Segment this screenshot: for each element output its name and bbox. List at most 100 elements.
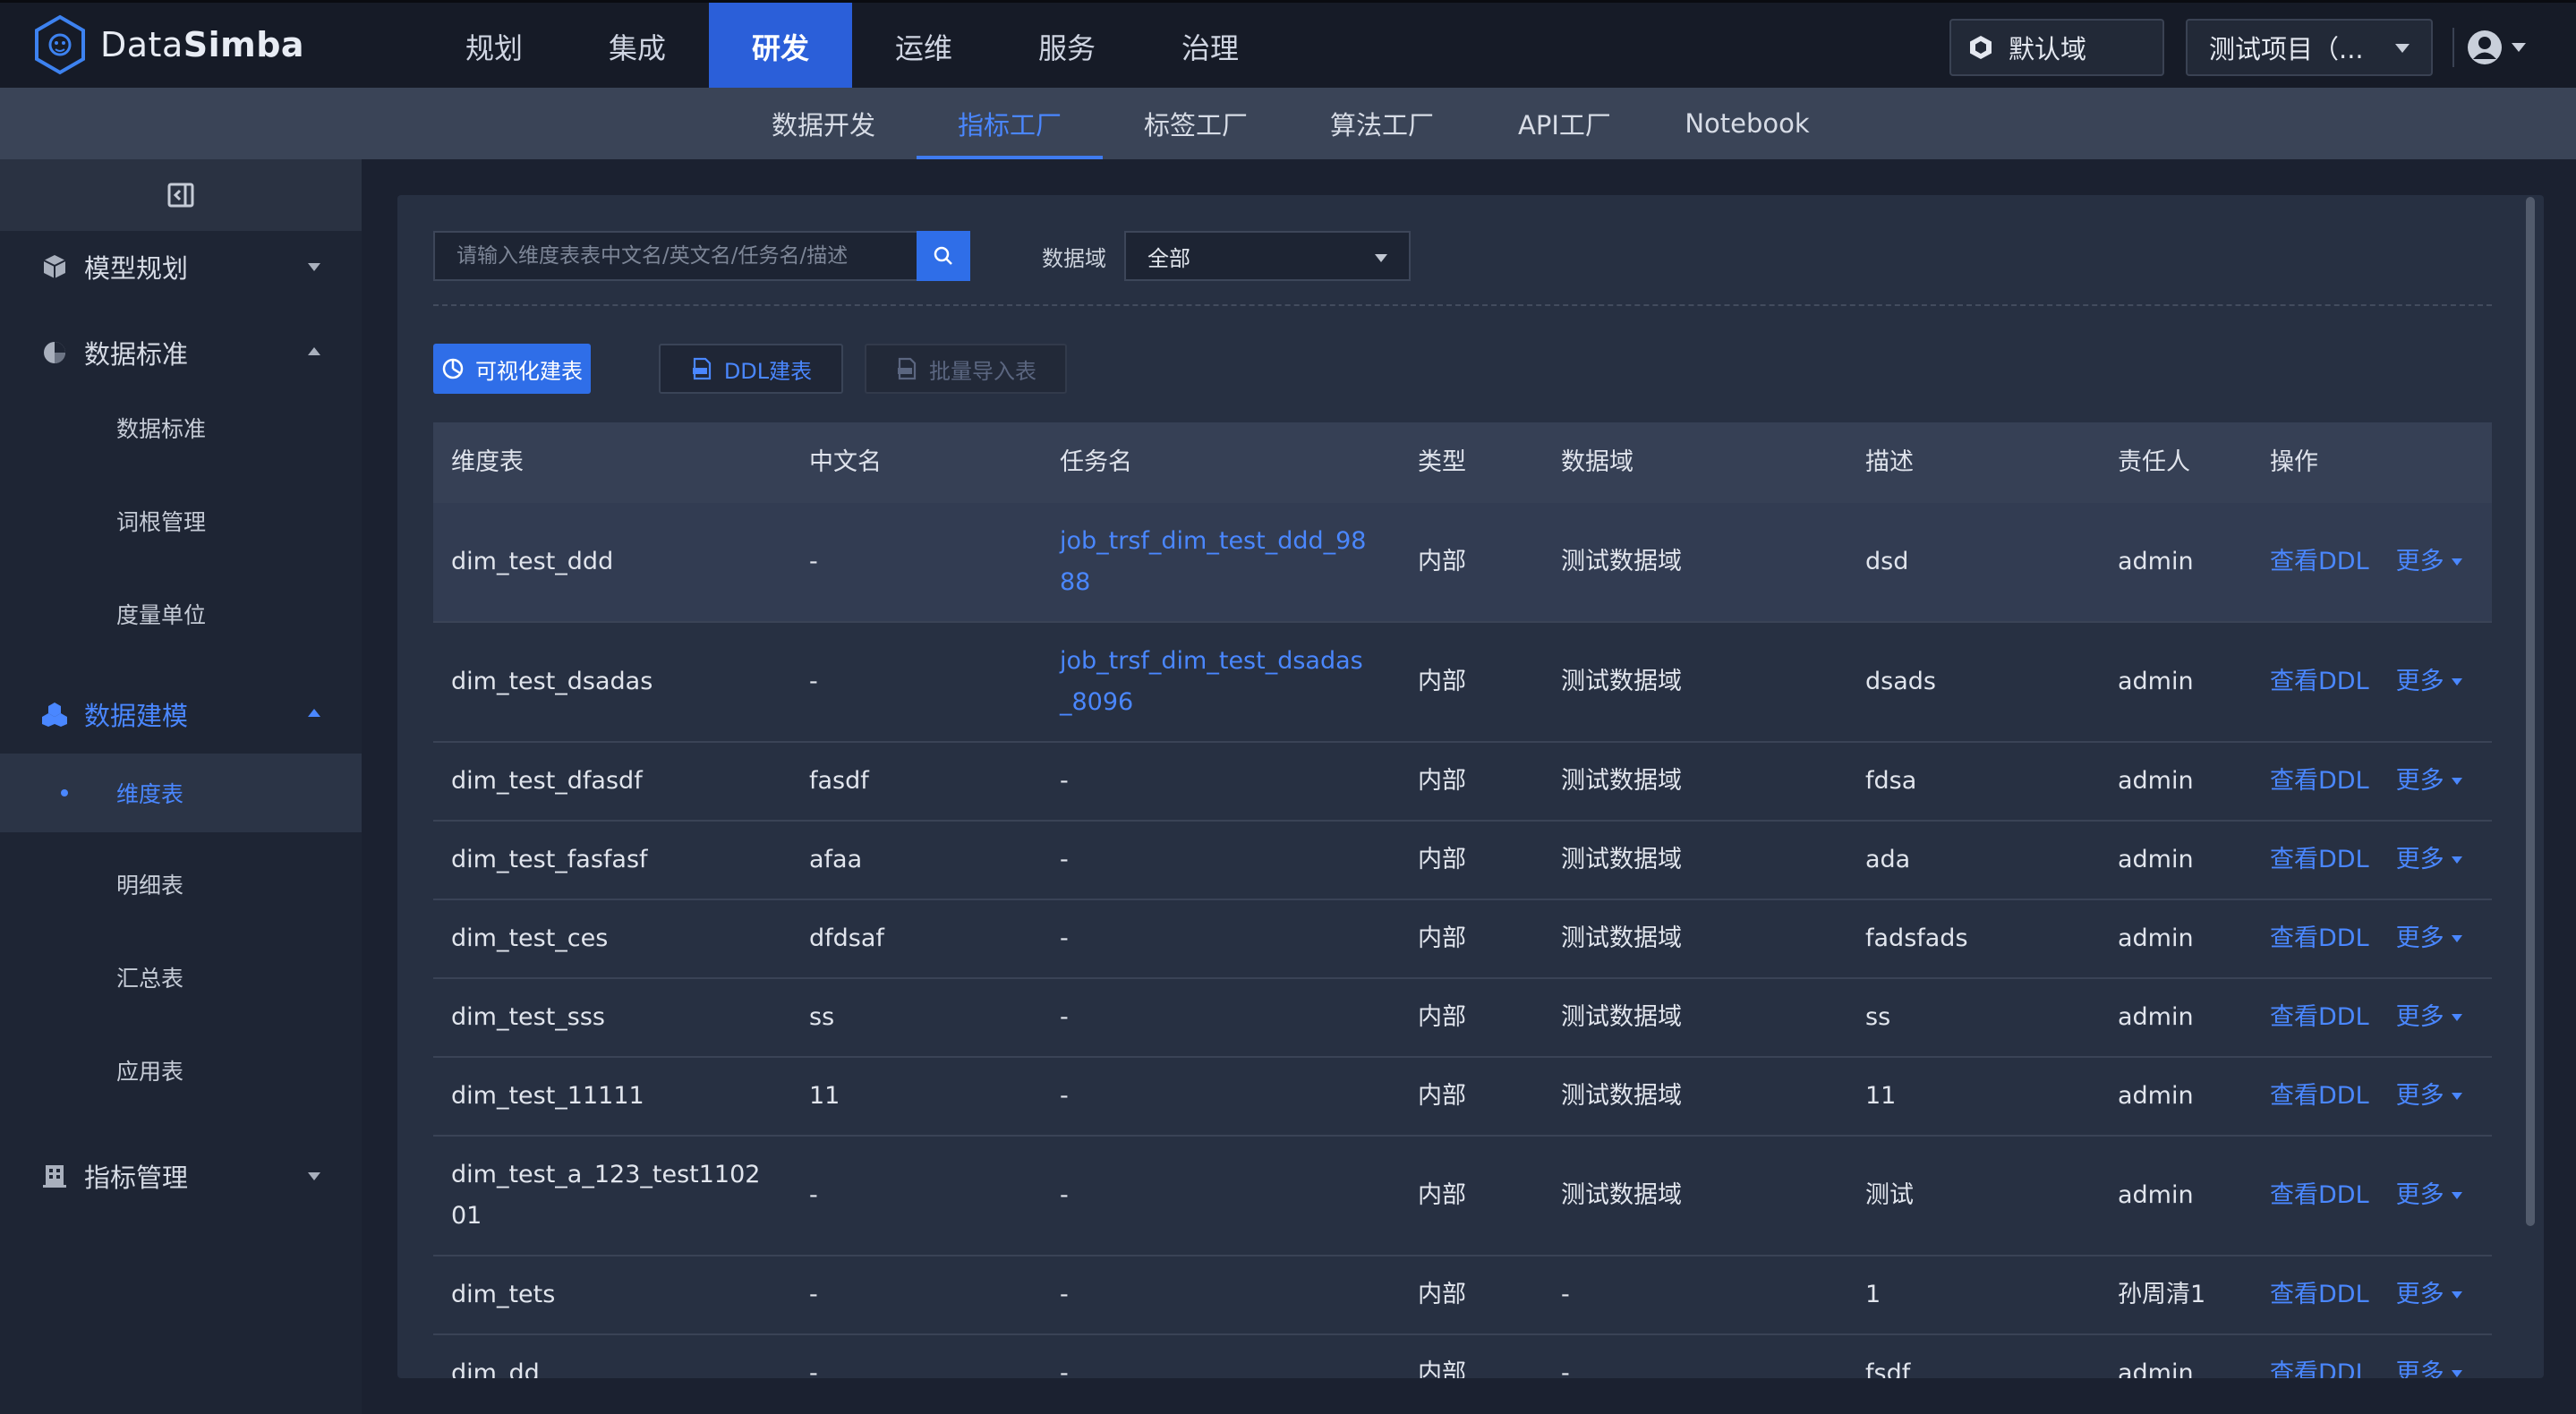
cell-domain: 测试数据域	[1561, 924, 1682, 952]
ddl-create-table-button[interactable]: DDL建表	[659, 344, 843, 394]
domain-switch-button[interactable]: 默认域	[1949, 19, 2164, 76]
column-header[interactable]: 操作	[2252, 442, 2492, 483]
column-header[interactable]: 类型	[1400, 442, 1543, 483]
sidebar-item-data-standard[interactable]: 数据标准	[0, 388, 362, 467]
more-actions-dropdown[interactable]: 更多	[2396, 839, 2462, 881]
table-row[interactable]: dim_test_a_123_test1102 01 - - 内部 测试数据域 测…	[433, 1137, 2492, 1256]
view-ddl-link[interactable]: 查看DDL	[2270, 1076, 2369, 1117]
table-row[interactable]: dim_tets - - 内部 - 1 孙周清1 查看DDL 更多	[433, 1256, 2492, 1335]
table-row[interactable]: dim_test_dfasdf fasdf - 内部 测试数据域 fdsa ad…	[433, 743, 2492, 822]
more-actions-dropdown[interactable]: 更多	[2396, 1353, 2462, 1378]
cell-task-link[interactable]: job_trsf_dim_test_dsadas _8096	[1042, 641, 1400, 723]
cell-description: ss	[1865, 1003, 1891, 1031]
cell-domain: -	[1561, 1281, 1570, 1308]
subnav-notebook[interactable]: Notebook	[1676, 88, 1819, 159]
sidebar-group-model-planning[interactable]: 模型规划	[0, 231, 362, 302]
sidebar-item-application-table[interactable]: 应用表	[0, 1031, 362, 1110]
sub-nav: 数据开发 指标工厂 标签工厂 算法工厂 API工厂 Notebook	[0, 88, 2576, 159]
main-nav-governance[interactable]: 治理	[1139, 3, 1282, 90]
column-header[interactable]: 数据域	[1543, 442, 1847, 483]
more-actions-dropdown[interactable]: 更多	[2396, 918, 2462, 959]
more-actions-label: 更多	[2395, 767, 2444, 795]
column-header[interactable]: 描述	[1847, 442, 2100, 483]
view-ddl-link[interactable]: 查看DDL	[2270, 661, 2369, 703]
view-ddl-link[interactable]: 查看DDL	[2270, 918, 2369, 959]
table-row[interactable]: dim_test_ces dfdsaf - 内部 测试数据域 fadsfads …	[433, 900, 2492, 979]
view-ddl-link[interactable]: 查看DDL	[2270, 1353, 2369, 1378]
datasimba-logo-icon	[35, 14, 85, 75]
column-header[interactable]: 中文名	[791, 442, 1042, 483]
visual-create-table-button[interactable]: 可视化建表	[433, 344, 591, 394]
column-header[interactable]: 责任人	[2100, 442, 2252, 483]
main-nav-service[interactable]: 服务	[995, 3, 1139, 90]
main-nav-operations[interactable]: 运维	[852, 3, 995, 90]
more-actions-dropdown[interactable]: 更多	[2396, 997, 2462, 1038]
cell-description: fadsfads	[1865, 924, 1968, 952]
collapse-sidebar-icon	[167, 183, 194, 208]
search-input[interactable]	[433, 231, 917, 281]
view-ddl-link[interactable]: 查看DDL	[2270, 997, 2369, 1038]
cell-description: 11	[1865, 1082, 1897, 1110]
main-nav-planning[interactable]: 规划	[422, 3, 566, 90]
column-header[interactable]: 维度表	[433, 442, 791, 483]
subnav-algorithm-factory[interactable]: 算法工厂	[1310, 88, 1454, 159]
datasimba-logo[interactable]: DataSimba	[32, 14, 304, 75]
search-button[interactable]	[917, 231, 970, 281]
project-select[interactable]: 测试项目（...	[2186, 19, 2433, 76]
batch-import-button[interactable]: 批量导入表	[865, 344, 1067, 394]
column-header[interactable]: 任务名	[1042, 442, 1400, 483]
subnav-tag-factory[interactable]: 标签工厂	[1124, 88, 1267, 159]
cell-table-name: dim_test_a_123_test1102 01	[433, 1154, 791, 1237]
table-row[interactable]: dim_test_ddd - job_trsf_dim_test_ddd_98 8…	[433, 503, 2492, 623]
sidebar-item-unit-of-measure[interactable]: 度量单位	[0, 575, 362, 653]
table-row[interactable]: dim_test_sss ss - 内部 测试数据域 ss admin 查看DD…	[433, 979, 2492, 1058]
domain-filter-select[interactable]: 全部	[1124, 231, 1411, 281]
view-ddl-link[interactable]: 查看DDL	[2270, 1175, 2369, 1216]
sidebar-item-detail-table[interactable]: 明细表	[0, 845, 362, 924]
view-ddl-link[interactable]: 查看DDL	[2270, 761, 2369, 802]
sidebar-group-metric-management[interactable]: 指标管理	[0, 1140, 362, 1212]
sidebar-group-data-standard[interactable]: 数据标准	[0, 317, 362, 388]
view-ddl-link[interactable]: 查看DDL	[2270, 839, 2369, 881]
task-link-line: 88	[1060, 568, 1091, 596]
sidebar-item-summary-table[interactable]: 汇总表	[0, 938, 362, 1017]
subnav-metric-factory[interactable]: 指标工厂	[917, 88, 1103, 159]
cell-actions: 查看DDL 更多	[2252, 1076, 2492, 1117]
header-divider	[2452, 28, 2454, 67]
chevron-down-icon	[1375, 254, 1387, 262]
view-ddl-link[interactable]: 查看DDL	[2270, 1274, 2369, 1316]
cell-actions: 查看DDL 更多	[2252, 839, 2492, 881]
domain-button-label: 默认域	[2009, 34, 2087, 64]
cell-type: 内部	[1418, 548, 1466, 575]
sidebar-item-dimension-table[interactable]: 维度表	[0, 754, 362, 832]
user-menu[interactable]	[2467, 26, 2538, 69]
caret-down-icon	[2451, 558, 2462, 566]
sidebar-collapse-button[interactable]	[0, 159, 362, 231]
cell-task-link[interactable]: job_trsf_dim_test_ddd_98 88	[1042, 521, 1400, 603]
more-actions-dropdown[interactable]: 更多	[2396, 1076, 2462, 1117]
table-row[interactable]: dim_test_11111 11 - 内部 测试数据域 11 admin 查看…	[433, 1058, 2492, 1137]
main-nav-development[interactable]: 研发	[709, 3, 852, 90]
more-actions-label: 更多	[2395, 924, 2444, 952]
table-row[interactable]: dim_test_dsadas - job_trsf_dim_test_dsad…	[433, 623, 2492, 743]
more-actions-label: 更多	[2395, 668, 2444, 695]
view-ddl-link[interactable]: 查看DDL	[2270, 541, 2369, 583]
more-actions-dropdown[interactable]: 更多	[2396, 541, 2462, 583]
sidebar-item-root-management[interactable]: 词根管理	[0, 481, 362, 560]
more-actions-dropdown[interactable]: 更多	[2396, 761, 2462, 802]
subnav-api-factory[interactable]: API工厂	[1493, 88, 1636, 159]
more-actions-dropdown[interactable]: 更多	[2396, 661, 2462, 703]
vertical-scrollbar[interactable]	[2526, 197, 2535, 1226]
table-row[interactable]: dim_test_fasfasf afaa - 内部 测试数据域 ada adm…	[433, 822, 2492, 900]
subnav-data-development[interactable]: 数据开发	[752, 88, 895, 159]
cell-task: -	[1060, 1281, 1069, 1308]
more-actions-label: 更多	[2395, 1281, 2444, 1308]
search-icon	[934, 246, 952, 265]
table-row[interactable]: dim_dd - - 内部 - fsdf admin 查看DDL 更多	[433, 1335, 2492, 1378]
cell-table-name: dim_tets	[451, 1281, 556, 1308]
sidebar-group-data-modeling[interactable]: 数据建模	[0, 678, 362, 750]
main-nav-integration[interactable]: 集成	[566, 3, 709, 90]
more-actions-dropdown[interactable]: 更多	[2396, 1175, 2462, 1216]
cell-cn-name: afaa	[809, 846, 863, 873]
more-actions-dropdown[interactable]: 更多	[2396, 1274, 2462, 1316]
